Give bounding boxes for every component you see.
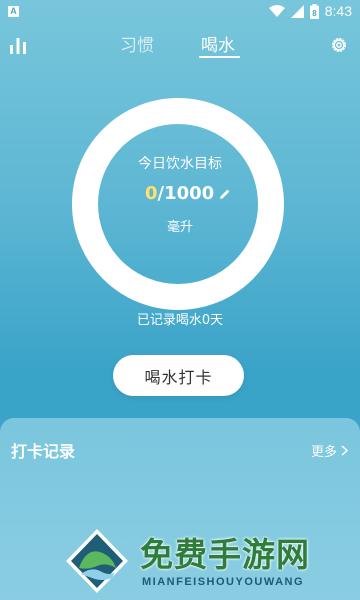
- cellular-signal-icon: [290, 4, 304, 18]
- watermark-logo: [66, 529, 128, 593]
- record-days-text: 已记录喝水0天: [136, 313, 224, 328]
- records-title: 打卡记录: [11, 442, 76, 461]
- checkin-button[interactable]: 喝水打卡: [113, 355, 244, 396]
- ring-title: 今日饮水目标: [138, 156, 222, 172]
- progress-ring: [72, 98, 284, 310]
- current-intake: 0: [145, 183, 158, 204]
- pencil-icon[interactable]: [219, 188, 231, 200]
- gear-icon[interactable]: [330, 36, 348, 54]
- tab-water[interactable]: 喝水: [201, 31, 235, 56]
- tab-habit[interactable]: 习惯: [120, 31, 154, 56]
- ring-value[interactable]: 0 /1000: [145, 183, 231, 204]
- more-link[interactable]: 更多: [311, 441, 348, 460]
- more-label: 更多: [310, 445, 337, 460]
- watermark: 免费手游网 MIANFEISHOUYOUWANG: [64, 528, 360, 600]
- clock: 8:43: [324, 3, 352, 19]
- active-tab-indicator: [199, 56, 240, 58]
- ring-unit: 毫升: [166, 220, 193, 235]
- chevron-right-icon: [341, 445, 348, 456]
- goal-amount: /1000: [157, 183, 215, 204]
- watermark-subtitle: MIANFEISHOUYOUWANG: [142, 576, 305, 588]
- notification-icon: A: [8, 5, 19, 17]
- header: 习惯 喝水: [0, 28, 360, 62]
- battery-level: 8: [312, 9, 317, 18]
- battery-icon: 8: [309, 3, 319, 19]
- status-right: 8 8:43: [268, 3, 352, 19]
- status-bar: A 8 8:43: [0, 0, 360, 22]
- bar-chart-icon[interactable]: [9, 36, 27, 54]
- wifi-icon: [268, 4, 285, 17]
- status-left: A: [8, 5, 19, 17]
- watermark-title: 免费手游网: [140, 535, 310, 574]
